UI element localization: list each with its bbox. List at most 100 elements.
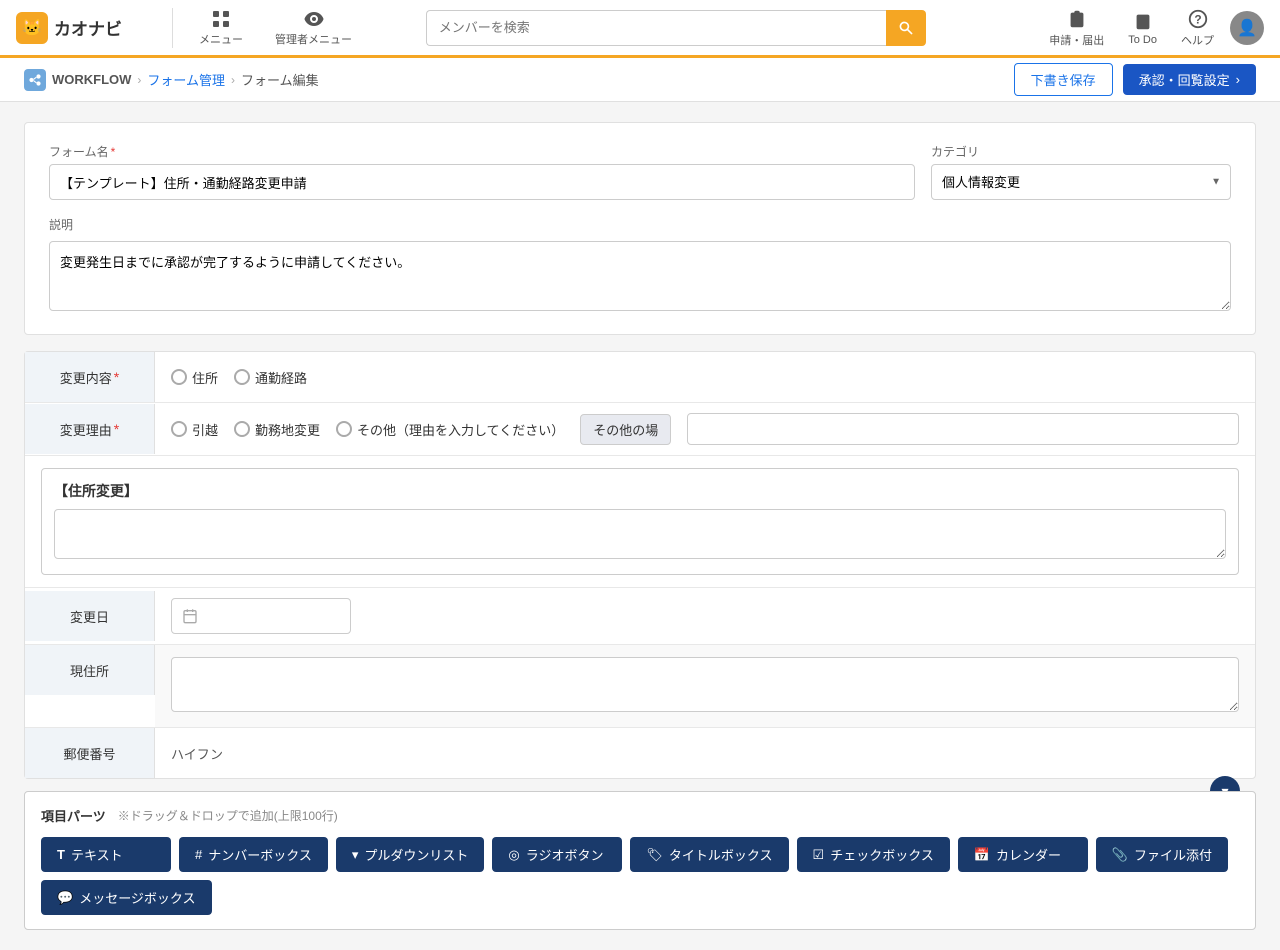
search-input[interactable] bbox=[426, 10, 886, 46]
breadcrumb-sep-1: › bbox=[137, 73, 141, 87]
part-number-button[interactable]: # ナンバーボックス bbox=[179, 837, 328, 872]
change-reason-row: 変更理由 * 引越 勤務地変更 その他（理由を入力してください） bbox=[25, 403, 1255, 456]
hyphen-label: ハイフン bbox=[171, 744, 223, 763]
part-text-button[interactable]: T テキスト bbox=[41, 837, 171, 872]
change-content-row: 変更内容 * 住所 通勤経路 bbox=[25, 352, 1255, 403]
postal-row: 郵便番号 ハイフン bbox=[25, 728, 1255, 778]
change-date-label: 変更日 bbox=[25, 591, 155, 641]
category-label: カテゴリ bbox=[931, 143, 1231, 160]
radio-引越[interactable]: 引越 bbox=[171, 420, 218, 439]
part-checkbox-button[interactable]: ☑ チェックボックス bbox=[797, 837, 950, 872]
search-button[interactable] bbox=[886, 10, 926, 46]
current-address-row: 現住所 bbox=[25, 645, 1255, 728]
grid-icon bbox=[211, 9, 231, 29]
main-content: フォーム名* カテゴリ 個人情報変更 説明 変更発生日までに承認が完了するように… bbox=[0, 102, 1280, 950]
address-change-textarea-wrap: 【住所変更】 bbox=[41, 468, 1239, 575]
change-reason-label: 変更理由 * bbox=[25, 404, 155, 454]
description-block: 説明 変更発生日までに承認が完了するように申請してください。 bbox=[49, 216, 1231, 314]
number-icon: # bbox=[195, 847, 202, 862]
calendar-label: カレンダー bbox=[996, 845, 1061, 864]
apply-button[interactable]: 申請・届出 bbox=[1041, 4, 1112, 52]
text-icon: T bbox=[57, 847, 65, 862]
change-reason-radio-group: 引越 勤務地変更 その他（理由を入力してください） bbox=[171, 420, 564, 439]
part-message-button[interactable]: 💬 メッセージボックス bbox=[41, 880, 212, 915]
address-change-title-block: 【住所変更】 bbox=[25, 456, 1255, 587]
main-header: 🐱 カオナビ メニュー 管理者メニュー 申請・届出 bbox=[0, 0, 1280, 58]
todo-label: To Do bbox=[1128, 34, 1157, 46]
category-block: カテゴリ 個人情報変更 bbox=[931, 143, 1231, 200]
help-button[interactable]: ? ヘルプ bbox=[1173, 4, 1222, 52]
part-calendar-button[interactable]: 📅 カレンダー bbox=[958, 837, 1088, 872]
dropdown-icon: ▾ bbox=[352, 847, 359, 863]
gear-icon bbox=[304, 9, 324, 29]
part-title-button[interactable]: 🏷 タイトルボックス bbox=[630, 837, 788, 872]
breadcrumb-sep-2: › bbox=[231, 73, 235, 87]
current-address-content bbox=[155, 645, 1255, 727]
date-input-wrap[interactable] bbox=[171, 598, 351, 634]
menu-label: メニュー bbox=[199, 31, 243, 47]
radio-引越-circle bbox=[171, 421, 187, 437]
radio-icon: ◎ bbox=[508, 847, 519, 863]
description-input[interactable]: 変更発生日までに承認が完了するように申請してください。 bbox=[49, 241, 1231, 311]
radio-通勤経路[interactable]: 通勤経路 bbox=[234, 368, 307, 387]
radio-label: ラジオボタン bbox=[526, 845, 604, 864]
calendar-icon bbox=[182, 608, 198, 624]
other-place-button[interactable]: その他の場 bbox=[580, 414, 671, 445]
breadcrumb-form-mgmt[interactable]: フォーム管理 bbox=[147, 70, 225, 89]
workflow-label: WORKFLOW bbox=[24, 69, 131, 91]
header-right: 申請・届出 To Do ? ヘルプ 👤 bbox=[1041, 4, 1264, 52]
help-label: ヘルプ bbox=[1181, 32, 1214, 48]
parts-panel: 項目パーツ ※ドラッグ＆ドロップで追加(上限100行) T テキスト # ナンバ… bbox=[24, 791, 1256, 930]
checkbox-label: チェックボックス bbox=[830, 845, 934, 864]
category-select[interactable]: 個人情報変更 bbox=[931, 164, 1231, 200]
number-label: ナンバーボックス bbox=[208, 845, 312, 864]
search-wrap bbox=[426, 10, 926, 46]
address-change-textarea[interactable] bbox=[54, 509, 1226, 559]
draft-save-button[interactable]: 下書き保存 bbox=[1014, 63, 1113, 96]
change-content-required: * bbox=[114, 369, 119, 385]
other-reason-input[interactable] bbox=[687, 413, 1239, 445]
calendar-part-icon: 📅 bbox=[974, 847, 990, 863]
radio-勤務地変更[interactable]: 勤務地変更 bbox=[234, 420, 320, 439]
todo-button[interactable]: To Do bbox=[1120, 6, 1165, 50]
change-reason-content: 引越 勤務地変更 その他（理由を入力してください） その他の場 bbox=[155, 403, 1255, 455]
header-divider-1 bbox=[172, 8, 173, 48]
message-icon: 💬 bbox=[57, 890, 73, 906]
approve-arrow-icon: › bbox=[1236, 72, 1240, 87]
breadcrumb-current: フォーム編集 bbox=[241, 70, 319, 89]
address-change-section: 【住所変更】 bbox=[25, 456, 1255, 588]
text-label: テキスト bbox=[71, 845, 123, 864]
apply-label: 申請・届出 bbox=[1049, 32, 1104, 48]
logo-text: カオナビ bbox=[54, 15, 122, 40]
menu-button[interactable]: メニュー bbox=[189, 5, 253, 51]
change-date-row: 変更日 bbox=[25, 588, 1255, 645]
search-icon bbox=[898, 20, 914, 36]
part-dropdown-button[interactable]: ▾ プルダウンリスト bbox=[336, 837, 485, 872]
workflow-text: WORKFLOW bbox=[52, 72, 131, 87]
file-label: ファイル添付 bbox=[1134, 845, 1212, 864]
radio-その他[interactable]: その他（理由を入力してください） bbox=[336, 420, 564, 439]
approve-button[interactable]: 承認・回覧設定 › bbox=[1123, 64, 1256, 95]
checkbox-icon: ☑ bbox=[813, 847, 825, 863]
radio-住所[interactable]: 住所 bbox=[171, 368, 218, 387]
form-meta-section: フォーム名* カテゴリ 個人情報変更 説明 変更発生日までに承認が完了するように… bbox=[24, 122, 1256, 335]
admin-menu-button[interactable]: 管理者メニュー bbox=[265, 5, 362, 51]
description-label: 説明 bbox=[49, 216, 1231, 233]
change-date-content bbox=[155, 588, 1255, 644]
svg-text:?: ? bbox=[1194, 12, 1201, 26]
part-radio-button[interactable]: ◎ ラジオボタン bbox=[492, 837, 622, 872]
message-label: メッセージボックス bbox=[79, 888, 195, 907]
category-select-wrap: 個人情報変更 bbox=[931, 164, 1231, 200]
form-name-label: フォーム名* bbox=[49, 143, 915, 160]
current-address-textarea[interactable] bbox=[171, 657, 1239, 712]
breadcrumb-bar: WORKFLOW › フォーム管理 › フォーム編集 下書き保存 承認・回覧設定… bbox=[0, 58, 1280, 102]
change-content-options: 住所 通勤経路 bbox=[155, 358, 1255, 397]
form-name-input[interactable] bbox=[49, 164, 915, 200]
radio-通勤経路-circle bbox=[234, 369, 250, 385]
part-file-button[interactable]: 📎 ファイル添付 bbox=[1096, 837, 1228, 872]
radio-勤務地変更-circle bbox=[234, 421, 250, 437]
radio-住所-circle bbox=[171, 369, 187, 385]
avatar[interactable]: 👤 bbox=[1230, 11, 1264, 45]
form-name-row: フォーム名* カテゴリ 個人情報変更 bbox=[49, 143, 1231, 200]
change-content-label: 変更内容 * bbox=[25, 352, 155, 402]
